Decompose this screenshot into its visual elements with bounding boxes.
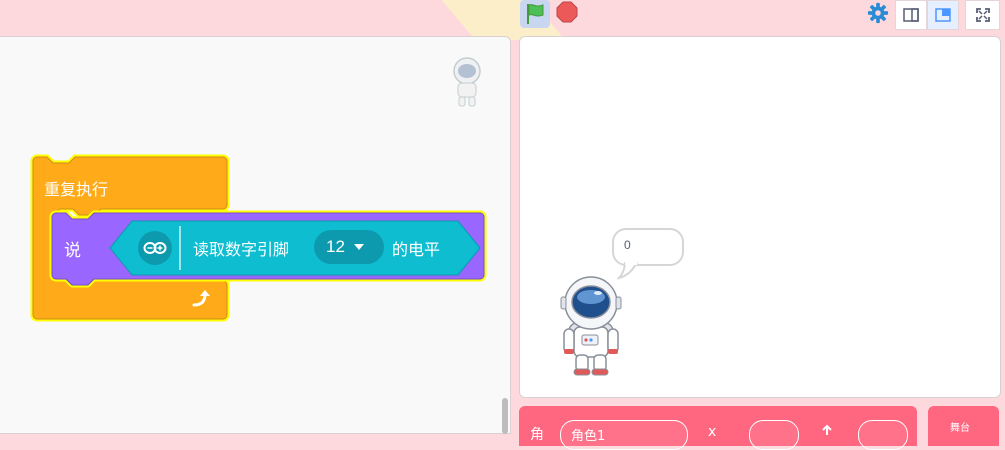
small-stage-icon	[903, 8, 919, 22]
gear-icon	[867, 2, 889, 24]
green-flag-button[interactable]	[520, 0, 550, 28]
settings-button[interactable]	[866, 1, 890, 25]
green-flag-icon	[527, 4, 544, 24]
y-position-input[interactable]	[858, 420, 908, 450]
pin-value: 12	[326, 237, 345, 256]
stop-button[interactable]	[556, 1, 578, 23]
small-stage-button[interactable]	[895, 0, 927, 30]
repeat-block-label: 重复执行	[44, 180, 109, 199]
pin-level-label: 的电平	[392, 240, 441, 259]
speech-bubble-text: 0	[624, 238, 631, 252]
stop-icon	[556, 1, 578, 23]
fullscreen-button[interactable]	[965, 0, 1000, 30]
pin-dropdown[interactable]: 12	[314, 230, 384, 264]
stage-tab-label: 舞台	[950, 423, 970, 434]
chevron-down-icon	[353, 244, 364, 250]
y-arrow-icon	[822, 424, 832, 435]
speech-bubble: 0	[612, 228, 684, 266]
sprite-label: 角	[530, 427, 544, 443]
astronaut-sprite[interactable]	[551, 273, 631, 377]
say-block-label: 说	[64, 241, 81, 261]
sprite-name-value: 角色1	[571, 429, 606, 444]
x-position-input[interactable]	[749, 420, 799, 450]
code-scrollbar[interactable]	[502, 398, 508, 434]
loop-arrow-icon	[192, 290, 210, 307]
sprite-name-input[interactable]: 角色1	[560, 420, 688, 450]
x-label: x	[708, 424, 717, 440]
arduino-extension-icon	[138, 231, 172, 265]
large-stage-icon	[935, 8, 951, 22]
large-stage-button[interactable]	[927, 0, 959, 30]
sprite-thumbnail-icon	[453, 57, 481, 107]
fullscreen-icon	[975, 8, 990, 22]
stage[interactable]: 0	[519, 36, 1001, 398]
read-digital-pin-label: 读取数字引脚	[193, 240, 290, 259]
